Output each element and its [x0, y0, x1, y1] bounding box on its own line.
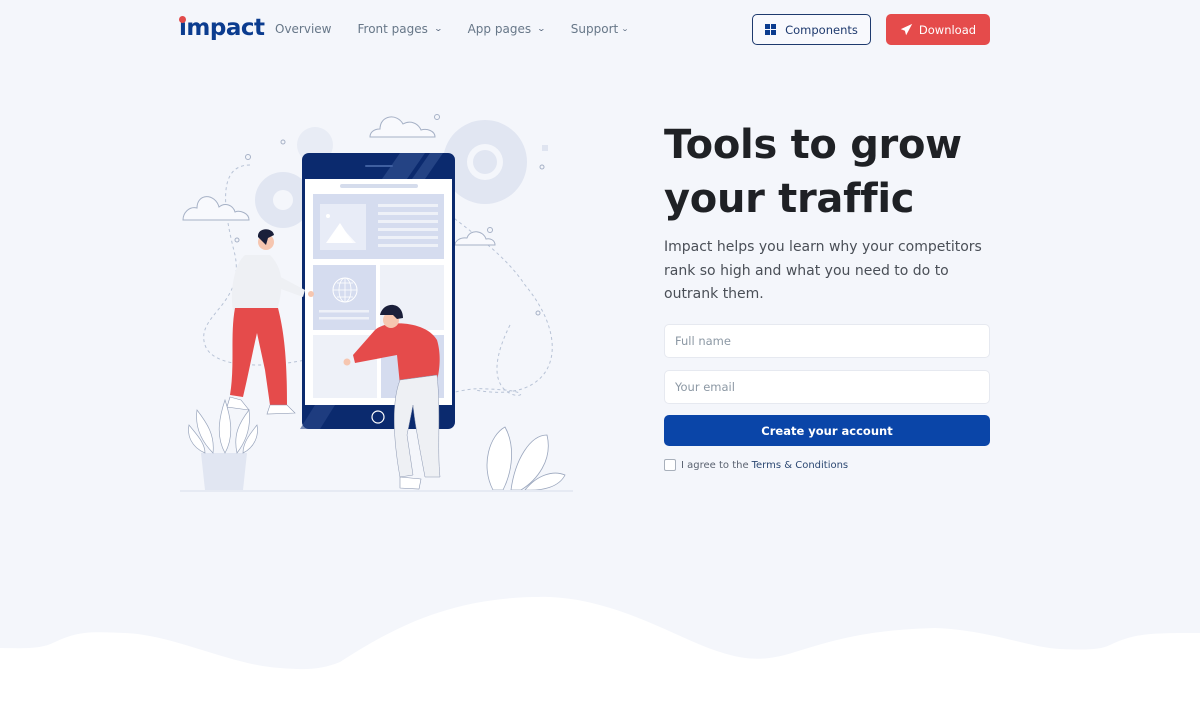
- full-name-input[interactable]: [664, 324, 990, 358]
- gear-icon: [443, 120, 527, 204]
- nav-link-app-pages[interactable]: App pages ⌄: [467, 20, 547, 38]
- hero-illustration: [180, 114, 573, 492]
- terms-link[interactable]: Terms & Conditions: [752, 460, 849, 471]
- components-button[interactable]: Components: [752, 14, 871, 45]
- nav-links: Overview Front pages ⌄ App pages ⌄ Suppo…: [275, 20, 654, 38]
- logo-text: impact: [179, 15, 265, 41]
- logo[interactable]: impact: [179, 13, 265, 43]
- terms-agreement: I agree to the Terms & Conditions: [664, 459, 848, 471]
- plant-right-illustration: [486, 426, 566, 491]
- chevron-down-icon: ⌄: [621, 25, 630, 33]
- nav-link-label: App pages: [467, 22, 532, 36]
- components-button-label: Components: [785, 22, 858, 37]
- terms-checkbox[interactable]: [664, 459, 676, 471]
- cloud-icon: [182, 196, 250, 221]
- person-left-illustration: [226, 229, 314, 415]
- chevron-down-icon: ⌄: [536, 24, 547, 33]
- nav-link-label: Front pages: [357, 22, 428, 36]
- agree-text: I agree to the: [681, 459, 749, 471]
- nav-link-overview[interactable]: Overview: [275, 20, 332, 38]
- email-input[interactable]: [664, 370, 990, 404]
- cloud-icon: [454, 231, 496, 246]
- logo-dot-icon: [179, 16, 186, 23]
- nav-link-front-pages[interactable]: Front pages ⌄: [357, 20, 443, 38]
- download-button-label: Download: [918, 22, 977, 37]
- plant-left-illustration: [188, 398, 258, 490]
- cloud-icon: [369, 116, 436, 138]
- wave-divider: [0, 596, 1200, 710]
- download-button[interactable]: Download: [886, 14, 990, 45]
- hero-title: Tools to grow your traffic: [664, 118, 1024, 226]
- hero-title-line1: Tools to grow: [664, 122, 962, 168]
- paper-plane-icon: [900, 23, 913, 36]
- navbar: impact Overview Front pages ⌄ App pages …: [0, 0, 1200, 60]
- chevron-down-icon: ⌄: [433, 24, 443, 33]
- nav-link-label: Support: [570, 22, 619, 36]
- nav-link-label: Overview: [275, 22, 332, 36]
- create-account-button[interactable]: Create your account: [664, 415, 990, 446]
- nav-link-support[interactable]: Support ⌄: [570, 20, 630, 38]
- hero-title-line2: your traffic: [664, 176, 915, 222]
- hero-description: Impact helps you learn why your competit…: [664, 239, 982, 302]
- grid-icon: [765, 24, 777, 35]
